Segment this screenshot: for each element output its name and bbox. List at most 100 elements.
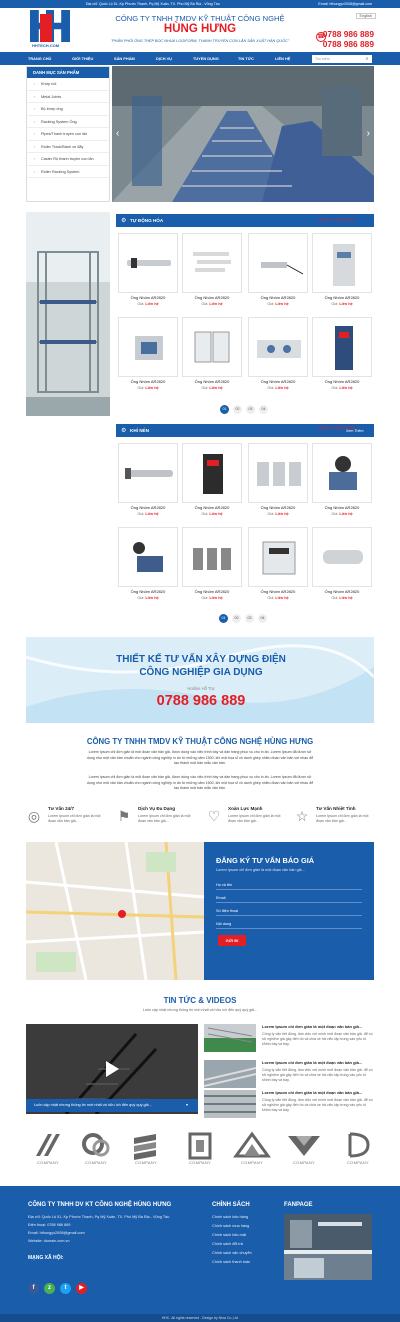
hotline-1[interactable]: 0788 986 889 xyxy=(323,29,374,39)
nav-careers[interactable]: TUYỂN DỤNG xyxy=(193,52,219,65)
hotline-2[interactable]: 0788 986 889 xyxy=(323,39,374,49)
product-image[interactable] xyxy=(182,527,242,587)
product-image[interactable] xyxy=(248,527,308,587)
email-field[interactable]: Email xyxy=(216,893,362,903)
page-1[interactable]: 01 xyxy=(219,614,228,623)
partner-logo[interactable]: COMPANY xyxy=(284,1130,324,1168)
product-card[interactable]: Ống Nhôm AR2820 Giá: Liên hệ xyxy=(312,527,372,605)
twitter-icon[interactable]: t xyxy=(60,1283,71,1294)
nav-contact[interactable]: LIÊN HỆ xyxy=(275,52,290,65)
product-image[interactable] xyxy=(118,527,178,587)
category-item[interactable]: Roller Racking System xyxy=(27,166,109,178)
news-item[interactable]: Lorem Ipsum chỉ đơn giản là một đoạn văn… xyxy=(204,1024,374,1052)
product-name[interactable]: Ống Nhôm AR2820 xyxy=(118,589,178,594)
category-item[interactable]: Racking System Ống xyxy=(27,116,109,128)
product-card[interactable]: Ống Nhôm AR2820 Giá: Liên hệ xyxy=(248,317,308,395)
page-2[interactable]: 02 xyxy=(232,614,241,623)
product-image[interactable] xyxy=(118,317,178,377)
news-item-title[interactable]: Lorem Ipsum chỉ đơn giản là một đoạn văn… xyxy=(262,1090,374,1095)
partner-logo[interactable]: COMPANY xyxy=(232,1130,272,1168)
policy-link[interactable]: Chính sách bảo mật xyxy=(212,1233,246,1237)
product-name[interactable]: Ống Nhôm AR2820 xyxy=(312,589,372,594)
product-name[interactable]: Ống Nhôm AR2820 xyxy=(182,379,242,384)
product-image[interactable] xyxy=(312,317,372,377)
news-item[interactable]: Lorem Ipsum chỉ đơn giản là một đoạn văn… xyxy=(204,1090,374,1118)
product-name[interactable]: Ống Nhôm AR2820 xyxy=(248,295,308,300)
product-card[interactable]: Ống Nhôm AR2820 Giá: Liên hệ xyxy=(248,443,308,521)
product-name[interactable]: Ống Nhôm AR2820 xyxy=(312,379,372,384)
product-image[interactable] xyxy=(182,443,242,503)
page-2[interactable]: 02 xyxy=(233,405,242,414)
policy-link[interactable]: Chính sách thanh toán xyxy=(212,1260,250,1264)
product-card[interactable]: Ống Nhôm AR2820 Giá: Liên hệ xyxy=(312,317,372,395)
banner-phone[interactable]: 0788 986 889 xyxy=(86,693,316,709)
section-hotline[interactable]: Hotline: 0788 986 889 xyxy=(318,218,355,222)
policy-link[interactable]: Chính sách mua hàng xyxy=(212,1224,249,1228)
site-logo[interactable]: HHTECH.COM xyxy=(26,10,74,50)
page-4[interactable]: 04 xyxy=(258,614,267,623)
product-name[interactable]: Ống Nhôm AR2820 xyxy=(182,589,242,594)
policy-link[interactable]: Chính sách đổi trả xyxy=(212,1242,243,1246)
product-image[interactable] xyxy=(182,317,242,377)
product-name[interactable]: Ống Nhôm AR2820 xyxy=(118,505,178,510)
product-card[interactable]: Ống Nhôm AR2820 Giá: Liên hệ xyxy=(248,527,308,605)
news-item[interactable]: Lorem Ipsum chỉ đơn giản là một đoạn văn… xyxy=(204,1060,374,1088)
product-card[interactable]: Ống Nhôm AR2820 Giá: Liên hệ xyxy=(182,233,242,311)
product-image[interactable] xyxy=(312,443,372,503)
nav-about[interactable]: GIỚI THIỆU xyxy=(72,52,93,65)
submit-button[interactable]: GỬI ĐI xyxy=(218,935,246,946)
product-card[interactable]: Ống Nhôm AR2820 Giá: Liên hệ xyxy=(248,233,308,311)
product-image[interactable] xyxy=(182,233,242,293)
slider-next-icon[interactable]: › xyxy=(367,128,370,139)
product-card[interactable]: Ống Nhôm AR2820 Giá: Liên hệ xyxy=(182,317,242,395)
category-item[interactable]: Pipes/Thanh truyền con lăn xyxy=(27,128,109,141)
nav-news[interactable]: TIN TỨC xyxy=(238,52,254,65)
language-select[interactable]: English xyxy=(355,13,376,19)
news-item-title[interactable]: Lorem Ipsum chỉ đơn giản là một đoạn văn… xyxy=(262,1024,374,1029)
policy-link[interactable]: Chính sách bảo hàng xyxy=(212,1215,248,1219)
hero-slider[interactable]: ‹ › xyxy=(112,66,374,202)
category-item[interactable]: Caster Rộ thanh truyền con lăn xyxy=(27,153,109,166)
name-field[interactable]: Họ và tên xyxy=(216,880,362,890)
more-link[interactable]: Xem Thêm xyxy=(346,429,364,433)
partner-logo[interactable]: COMPANY xyxy=(28,1130,68,1168)
product-image[interactable] xyxy=(118,233,178,293)
footer-line[interactable]: Website: domain.com.vn xyxy=(28,1239,70,1243)
product-name[interactable]: Ống Nhôm AR2820 xyxy=(312,505,372,510)
product-name[interactable]: Ống Nhôm AR2820 xyxy=(118,295,178,300)
top-email[interactable]: Email: hthungyz2008@gmail.com xyxy=(318,0,372,8)
message-field[interactable]: Nội dung xyxy=(216,919,362,929)
product-name[interactable]: Ống Nhôm AR2820 xyxy=(248,589,308,594)
category-item[interactable]: Bộ khớp ống xyxy=(27,103,109,116)
product-name[interactable]: Ống Nhôm AR2820 xyxy=(182,505,242,510)
chevron-down-icon[interactable]: ▾ xyxy=(186,1102,188,1107)
zalo-icon[interactable]: z xyxy=(44,1283,55,1294)
product-name[interactable]: Ống Nhôm AR2820 xyxy=(312,295,372,300)
search-icon[interactable]: ⌕ xyxy=(362,54,372,63)
product-image[interactable] xyxy=(118,443,178,503)
product-image[interactable] xyxy=(248,443,308,503)
partner-logo[interactable]: COMPANY xyxy=(338,1130,378,1168)
product-name[interactable]: Ống Nhôm AR2820 xyxy=(118,379,178,384)
product-card[interactable]: Ống Nhôm AR2820 Giá: Liên hệ xyxy=(118,527,178,605)
youtube-icon[interactable]: ▶ xyxy=(76,1283,87,1294)
policy-link[interactable]: Chính sách vận chuyển xyxy=(212,1251,252,1255)
product-card[interactable]: Ống Nhôm AR2820 Giá: Liên hệ xyxy=(312,233,372,311)
location-map[interactable] xyxy=(26,842,204,980)
page-3[interactable]: 03 xyxy=(246,405,255,414)
product-card[interactable]: Ống Nhôm AR2820 Giá: Liên hệ xyxy=(312,443,372,521)
partner-logo[interactable]: COMPANY xyxy=(126,1130,166,1168)
page-1[interactable]: 01 xyxy=(220,405,229,414)
category-item[interactable]: Khớp nối xyxy=(27,78,109,91)
product-image[interactable] xyxy=(312,233,372,293)
product-card[interactable]: Ống Nhôm AR2820 Giá: Liên hệ xyxy=(118,233,178,311)
nav-services[interactable]: DỊCH VỤ xyxy=(156,52,172,65)
product-image[interactable] xyxy=(312,527,372,587)
page-4[interactable]: 04 xyxy=(259,405,268,414)
product-name[interactable]: Ống Nhôm AR2820 xyxy=(248,505,308,510)
footer-line[interactable]: Email: hthungyz2008@gmail.com xyxy=(28,1231,85,1235)
slider-prev-icon[interactable]: ‹ xyxy=(116,128,119,139)
nav-products[interactable]: SẢN PHẨM xyxy=(114,52,135,65)
facebook-icon[interactable]: f xyxy=(28,1283,39,1294)
product-card[interactable]: Ống Nhôm AR2820 Giá: Liên hệ xyxy=(118,317,178,395)
